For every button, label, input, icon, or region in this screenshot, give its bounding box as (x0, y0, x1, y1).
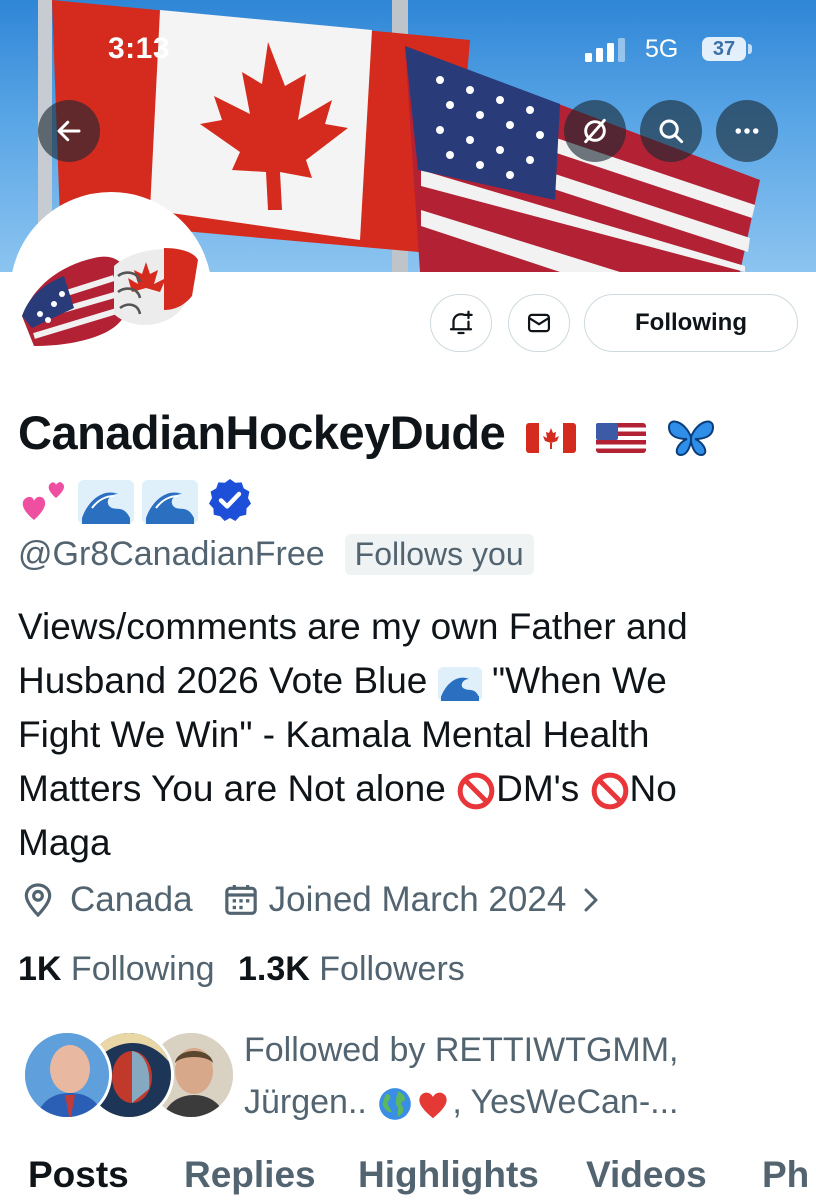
profile-tabs: Posts Replies Highlights Videos Ph (0, 1150, 816, 1200)
followed-by-line: Jürgen.. , YesWeCan-... (244, 1076, 804, 1128)
following-count: 1K (18, 950, 62, 988)
follower-avatar (22, 1030, 112, 1120)
search-icon (659, 119, 684, 144)
bio-line: Matters You are Not alone DM's No (18, 762, 798, 816)
no-entry-prohibited-emoji (457, 772, 495, 810)
tab-replies[interactable]: Replies (184, 1154, 316, 1196)
network-type: 5G (645, 35, 679, 63)
two-hearts-emoji (22, 482, 64, 520)
following-stat[interactable]: 1K Following (18, 950, 215, 988)
profile-meta: Canada Joined March 2024 (18, 880, 606, 920)
wave-emoji (437, 667, 482, 702)
back-arrow-icon (57, 120, 81, 142)
canada-flag-emoji (525, 422, 576, 453)
back-button[interactable] (38, 100, 100, 162)
battery-tip (748, 44, 752, 54)
followers-label: Followers (319, 950, 465, 988)
search-button[interactable] (640, 100, 702, 162)
tab-videos[interactable]: Videos (586, 1154, 707, 1196)
envelope-icon (527, 313, 551, 333)
status-bar: 3:13 5G 37 (0, 0, 816, 100)
wave-emoji (78, 480, 134, 524)
profile-handle: @Gr8CanadianFree (18, 535, 325, 573)
more-icon (735, 128, 759, 134)
tab-posts[interactable]: Posts (28, 1154, 129, 1196)
status-time: 3:13 (108, 32, 171, 65)
followed-by-row[interactable]: Followed by RETTIWTGMM, Jürgen.. , YesWe… (18, 1022, 808, 1122)
profile-avatar[interactable] (10, 192, 212, 394)
following-button[interactable]: Following (584, 294, 798, 352)
display-name-row: CanadianHockeyDude (18, 405, 717, 460)
bio-line: Maga (18, 822, 111, 863)
display-name: CanadianHockeyDude (18, 406, 506, 459)
globe-emoji (379, 1088, 412, 1120)
followed-by-text: Followed by RETTIWTGMM, Jürgen.. , YesWe… (244, 1024, 804, 1128)
cellular-signal-icon (585, 38, 625, 62)
grok-button[interactable] (564, 100, 626, 162)
profile-bio: Views/comments are my own Father and Hus… (18, 600, 798, 870)
chevron-right-icon[interactable] (576, 882, 606, 918)
bio-line: Views/comments are my own Father and (18, 606, 688, 647)
follows-you-badge: Follows you (344, 534, 534, 575)
bell-plus-icon (449, 310, 473, 335)
tab-photos[interactable]: Ph (762, 1154, 809, 1196)
bio-line: Husband 2026 Vote Blue "When We (18, 654, 798, 708)
calendar-icon (224, 885, 257, 915)
follow-stats: 1K Following 1.3K Followers (18, 950, 465, 989)
followed-by-line: Followed by RETTIWTGMM, (244, 1031, 679, 1069)
followers-count: 1.3K (238, 950, 310, 988)
location-pin-icon (24, 883, 52, 918)
butterfly-emoji (667, 420, 714, 456)
name-emoji-row (18, 470, 254, 530)
battery-indicator: 37 (702, 37, 746, 61)
wave-emoji (142, 480, 198, 524)
us-flag-emoji (596, 422, 647, 453)
handle-row: @Gr8CanadianFree Follows you (18, 534, 534, 575)
no-entry-prohibited-emoji (591, 772, 628, 810)
bio-line: Fight We Win" - Kamala Mental Health (18, 714, 650, 755)
joined-date: Joined March 2024 (268, 880, 567, 919)
fist-bump-flags-image (14, 196, 208, 390)
verified-badge-icon[interactable] (206, 476, 254, 524)
followers-stat[interactable]: 1.3K Followers (238, 950, 465, 988)
red-heart-emoji (419, 1092, 447, 1119)
following-label: Following (70, 950, 215, 988)
tab-highlights[interactable]: Highlights (358, 1154, 539, 1196)
notify-button[interactable] (430, 294, 492, 352)
more-button[interactable] (716, 100, 778, 162)
message-button[interactable] (508, 294, 570, 352)
profile-location: Canada (70, 880, 193, 919)
grok-icon (584, 118, 606, 144)
